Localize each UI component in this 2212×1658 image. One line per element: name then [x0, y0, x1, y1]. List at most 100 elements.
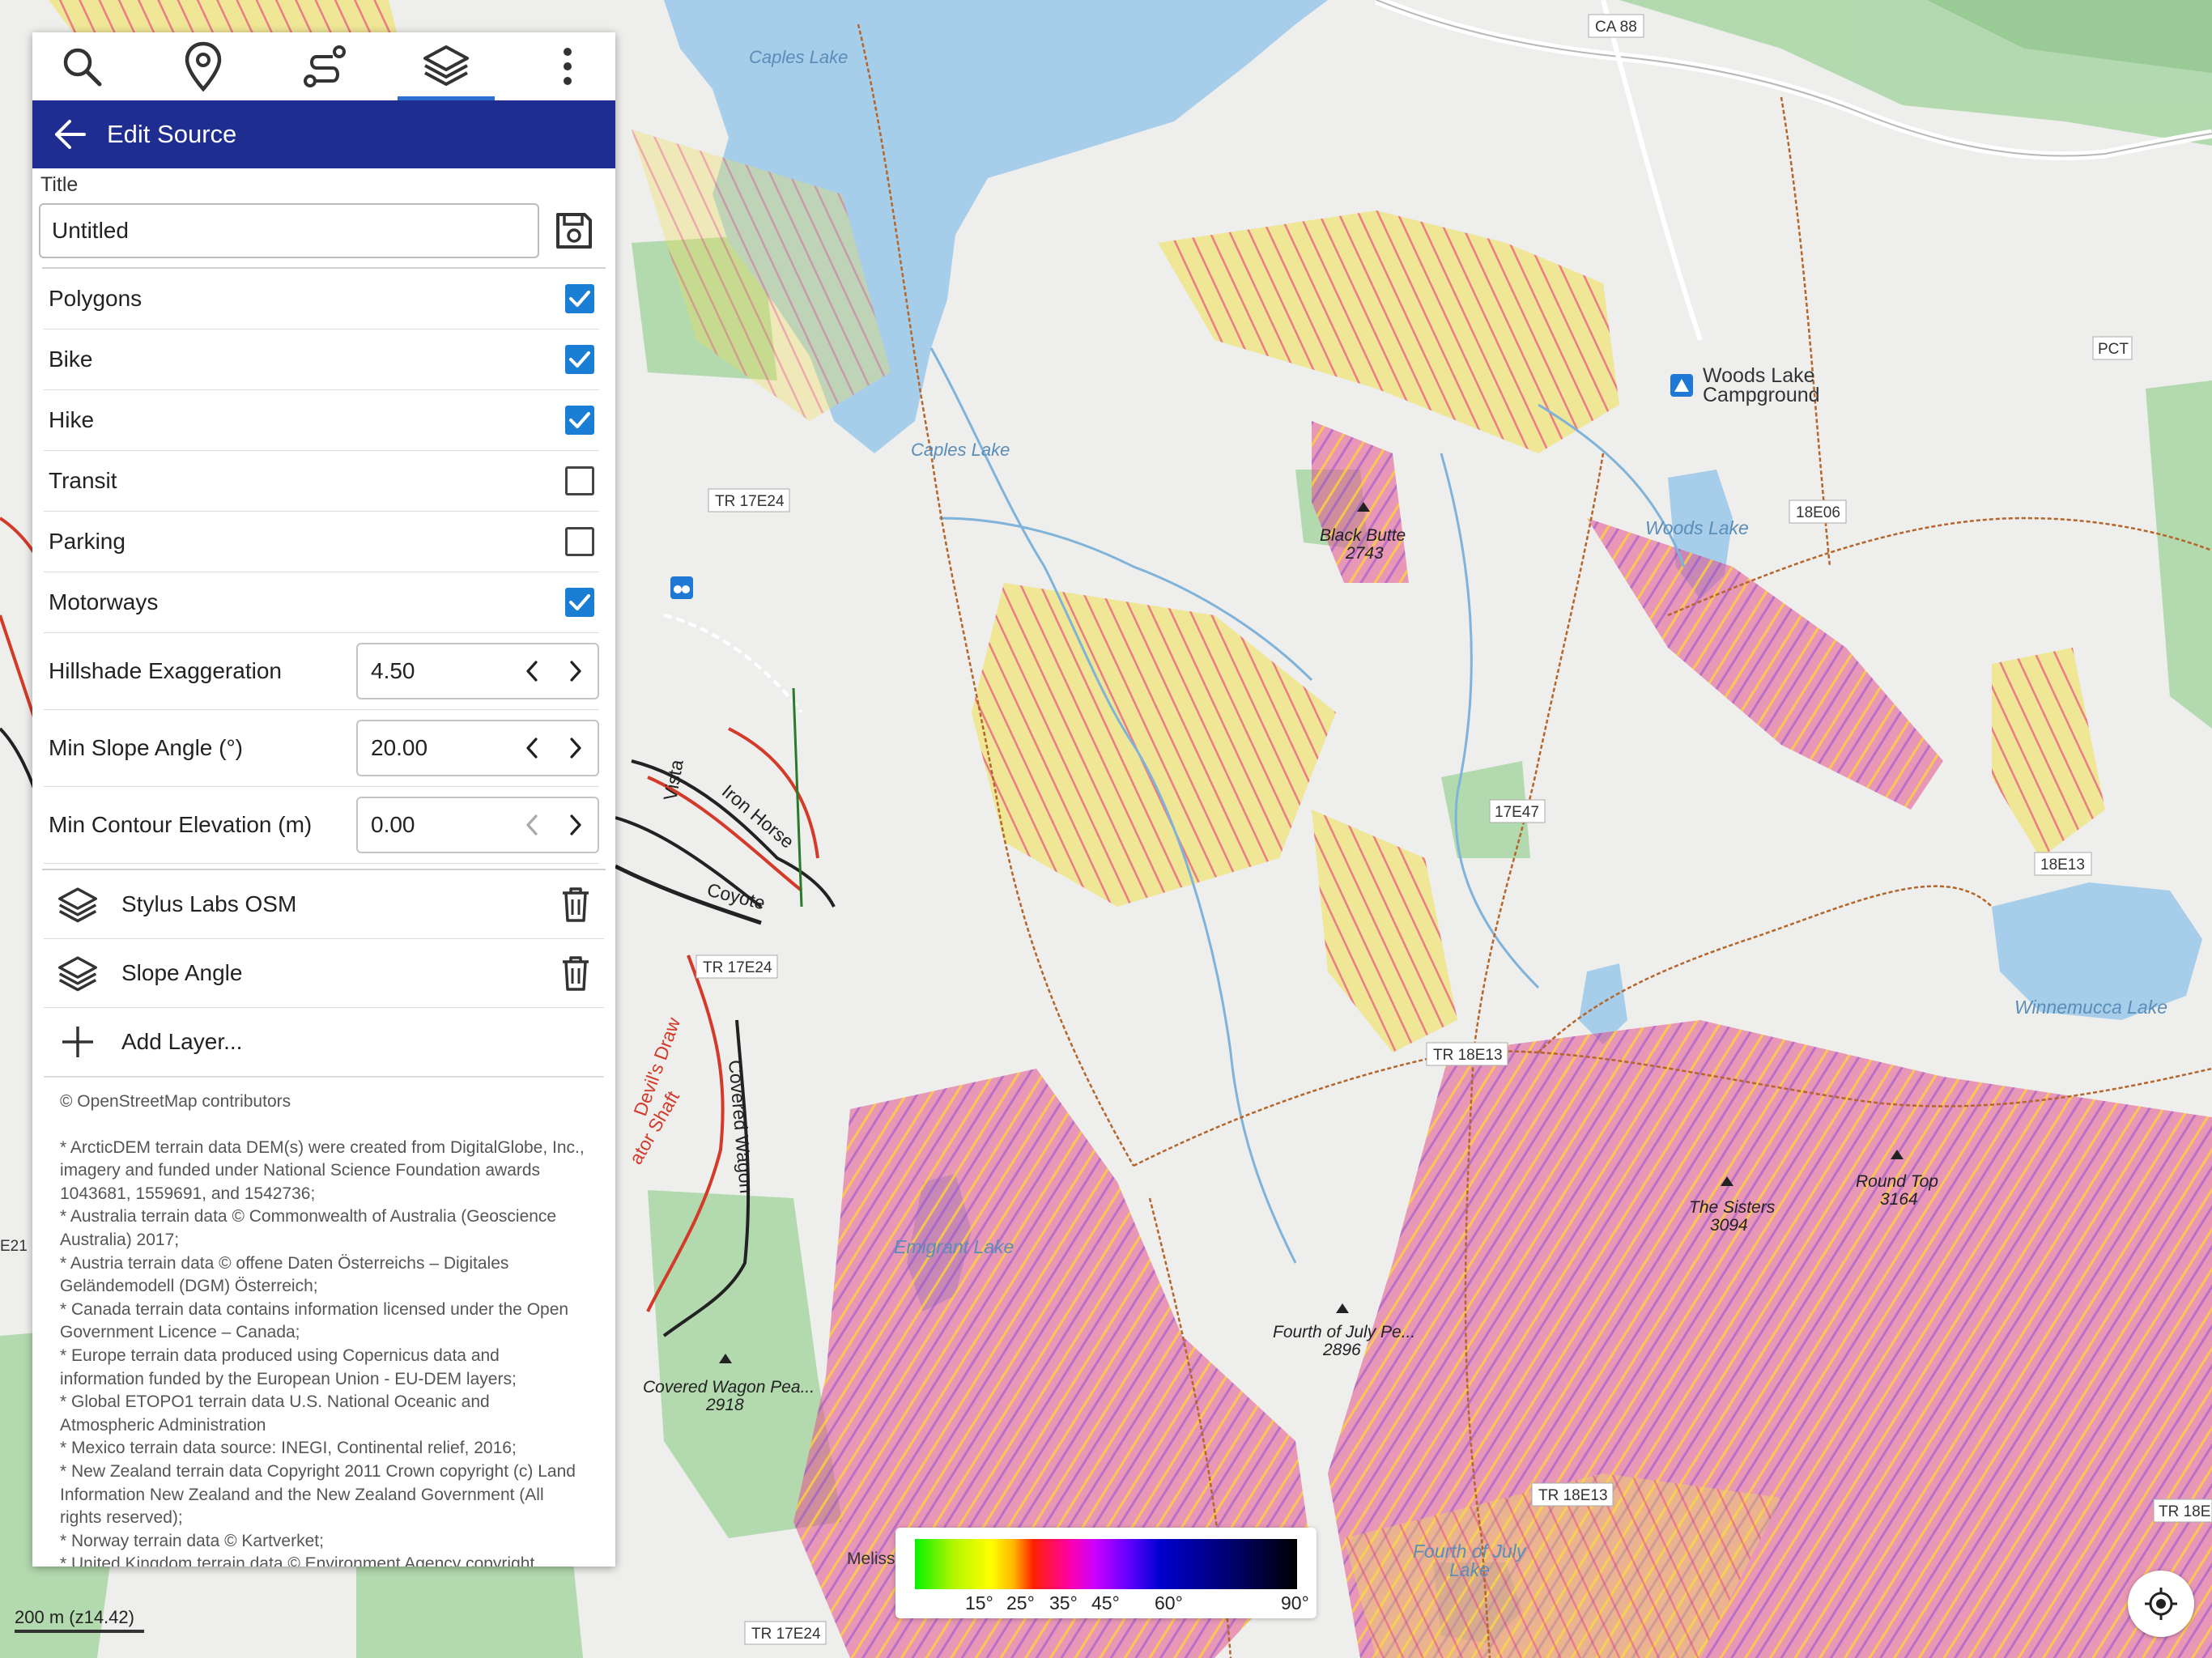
- locate-me-button[interactable]: [2128, 1571, 2194, 1637]
- map-label-winnemucca-lake: Winnemucca Lake: [2014, 997, 2167, 1018]
- toggle-label: Polygons: [49, 286, 143, 311]
- map-label-caples-lake-top: Caples Lake: [749, 47, 848, 67]
- attribution-line: * United Kingdom terrain data © Environm…: [60, 1554, 535, 1567]
- road-shield-tr18e13-a: TR 18E13: [1426, 1042, 1508, 1066]
- toggle-label: Bike: [49, 346, 93, 372]
- toggle-label: Motorways: [49, 589, 159, 614]
- map-label-ca88: CA 88: [1595, 19, 1637, 36]
- slope-legend-gradient: [915, 1539, 1297, 1589]
- legend-tick-45: 45°: [1091, 1592, 1120, 1613]
- toggle-label: Hike: [49, 407, 95, 432]
- map-label-tr17e24-c: TR 17E24: [751, 1626, 821, 1643]
- toggle-label: Transit: [49, 468, 117, 493]
- back-button[interactable]: [32, 100, 107, 168]
- tab-search[interactable]: [33, 32, 130, 100]
- attribution-line: * Norway terrain data © Kartverket;: [60, 1531, 324, 1550]
- map-label-the-sisters-elevation: 3094: [1710, 1216, 1748, 1235]
- title-row: [32, 201, 615, 261]
- decrement-button[interactable]: [510, 798, 554, 852]
- decrement-button[interactable]: [510, 721, 554, 775]
- checkmark-icon: [569, 412, 590, 428]
- layer-label: Stylus Labs OSM: [121, 891, 297, 916]
- legend-tick-15: 15°: [965, 1592, 993, 1613]
- toggle-row-parking[interactable]: Parking: [44, 512, 599, 572]
- map-label-18e06: 18E06: [1796, 504, 1840, 521]
- plus-icon: [62, 1027, 93, 1057]
- stepper-value[interactable]: 0.00: [358, 812, 510, 838]
- checkbox-motorways[interactable]: [565, 588, 594, 617]
- map-label-fourth-of-july-peak-elevation: 2896: [1322, 1341, 1361, 1359]
- map-label-covered-wagon-peak: Covered Wagon Pea...: [643, 1378, 815, 1397]
- tab-more[interactable]: [519, 32, 615, 100]
- add-layer-label: Add Layer...: [121, 1029, 243, 1054]
- toggle-row-motorways[interactable]: Motorways: [44, 572, 599, 633]
- tab-layers[interactable]: [398, 32, 495, 100]
- checkbox-transit[interactable]: [565, 466, 594, 495]
- chevron-right-icon: [570, 738, 581, 759]
- number-stepper[interactable]: 0.00: [356, 797, 599, 853]
- trash-icon: [563, 887, 589, 922]
- tab-places[interactable]: [155, 32, 252, 100]
- toggle-row-bike[interactable]: Bike: [44, 329, 599, 390]
- panel-header: Edit Source: [32, 100, 615, 168]
- spinner-label: Min Contour Elevation (m): [49, 812, 313, 837]
- layer-list: Stylus Labs OSM Slope Angle: [32, 870, 615, 1008]
- map-label-caples-lake: Caples Lake: [911, 440, 1010, 460]
- checkbox-hike[interactable]: [565, 406, 594, 435]
- increment-button[interactable]: [554, 721, 598, 775]
- title-label: Title: [40, 173, 79, 196]
- tab-routes[interactable]: [276, 32, 373, 100]
- layer-row[interactable]: Stylus Labs OSM: [44, 870, 604, 939]
- attribution-text: © OpenStreetMap contributors * ArcticDEM …: [32, 1078, 615, 1567]
- layer-row[interactable]: Slope Angle: [44, 939, 604, 1008]
- save-icon: [556, 213, 592, 249]
- road-shield-tr18e13-b: TR 18E13: [1531, 1482, 1614, 1507]
- number-stepper[interactable]: 20.00: [356, 720, 599, 776]
- stepper-value[interactable]: 20.00: [358, 735, 510, 761]
- trash-icon: [563, 956, 589, 991]
- road-shield-tr17e24-c: TR 17E24: [744, 1621, 827, 1645]
- decrement-button[interactable]: [510, 644, 554, 698]
- road-shield-17e47: 17E47: [1489, 799, 1546, 823]
- attribution-line: © OpenStreetMap contributors: [60, 1092, 291, 1111]
- map-label-pct: PCT: [2098, 341, 2129, 358]
- more-vert-icon: [564, 48, 572, 85]
- number-stepper[interactable]: 4.50: [356, 643, 599, 699]
- chevron-right-icon: [570, 814, 581, 835]
- panel-title: Edit Source: [107, 120, 237, 148]
- attribution-line: * Mexico terrain data source: INEGI, Con…: [60, 1439, 517, 1458]
- map-label-the-sisters: The Sisters: [1689, 1198, 1776, 1217]
- checkbox-bike[interactable]: [565, 345, 594, 374]
- toggle-label: Parking: [49, 529, 125, 554]
- add-layer-button[interactable]: Add Layer...: [44, 1008, 604, 1078]
- map-label-covered-wagon-peak-elevation: 2918: [705, 1396, 744, 1414]
- attribution-line: * New Zealand terrain data Copyright 201…: [60, 1461, 576, 1528]
- road-shield-tr17e24-a: TR 17E24: [708, 488, 790, 512]
- toolbar-tabs: [32, 32, 615, 100]
- toggle-row-polygons[interactable]: Polygons: [44, 269, 599, 329]
- increment-button[interactable]: [554, 644, 598, 698]
- map-label-tr17e24-b: TR 17E24: [703, 959, 772, 976]
- checkbox-parking[interactable]: [565, 527, 594, 556]
- road-shield-18e06: 18E06: [1789, 500, 1847, 524]
- map-label-emigrant-lake: Emigrant Lake: [894, 1236, 1014, 1257]
- delete-layer-button[interactable]: [547, 876, 604, 933]
- checkbox-polygons[interactable]: [565, 284, 594, 313]
- toggle-row-transit[interactable]: Transit: [44, 451, 599, 512]
- save-button[interactable]: [546, 202, 602, 259]
- map-label-17e47: 17E47: [1495, 804, 1539, 821]
- map-label-black-butte-elevation: 2743: [1345, 544, 1384, 563]
- stepper-value[interactable]: 4.50: [358, 658, 510, 684]
- delete-layer-button[interactable]: [547, 945, 604, 1001]
- title-input[interactable]: [39, 203, 539, 258]
- side-panel: Edit Source Title Polygons Bike Hike Transi…: [32, 32, 615, 1567]
- map-label-woods-lake: Woods Lake: [1645, 517, 1749, 538]
- toggle-row-hike[interactable]: Hike: [44, 390, 599, 451]
- campground-icon: [1670, 374, 1693, 397]
- legend-tick-35: 35°: [1049, 1592, 1078, 1613]
- road-shield-pct: PCT: [2092, 336, 2133, 360]
- increment-button[interactable]: [554, 798, 598, 852]
- map-label-tr17e24-a: TR 17E24: [715, 493, 785, 510]
- route-icon: [304, 45, 346, 87]
- chevron-left-icon: [526, 661, 538, 682]
